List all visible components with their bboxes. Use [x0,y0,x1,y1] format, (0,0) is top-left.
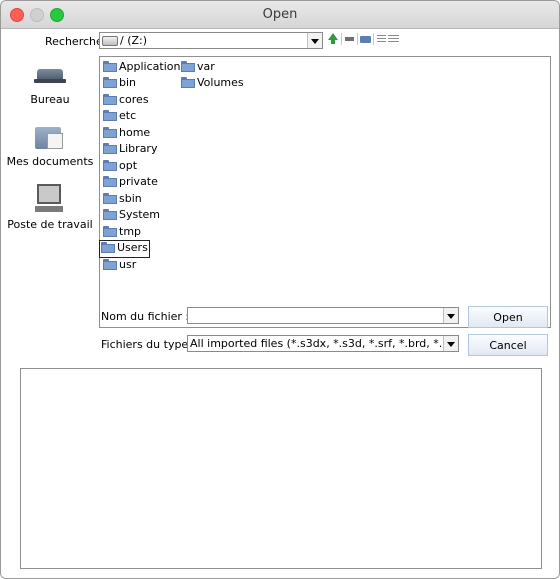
list-item[interactable]: System [103,208,160,224]
folder-icon [103,209,117,220]
window-title: Open [262,7,298,22]
new-folder-icon[interactable] [359,32,373,46]
chevron-down-icon[interactable] [443,308,458,323]
list-item[interactable]: bin [103,76,136,92]
list-item-label: Library [119,142,158,155]
file-list[interactable]: Applications bin cores etc home Library … [99,56,551,328]
chevron-down-icon[interactable] [307,33,322,48]
list-item[interactable]: cores [103,93,149,109]
list-item-label: private [119,175,158,188]
open-button[interactable]: Open [468,306,548,328]
list-item[interactable]: usr [103,258,136,274]
list-item[interactable]: Volumes [181,76,244,92]
drive-icon [102,36,118,46]
list-item[interactable]: sbin [103,192,142,208]
toolbar-divider [341,33,342,45]
up-folder-icon[interactable] [326,32,340,46]
place-my-documents-label: Mes documents [6,155,94,168]
folder-icon [103,226,117,237]
list-item-label: cores [119,93,149,106]
folder-icon [103,160,117,171]
filename-label: Nom du fichier : [101,310,190,323]
list-item[interactable]: etc [103,109,136,125]
folder-icon [103,110,117,121]
open-dialog: Open Rechercher / (Z:) Bureau Mes docume… [0,0,560,579]
list-item-label: Volumes [197,76,244,89]
list-item-label: sbin [119,192,142,205]
folder-icon [103,94,117,105]
list-item-label: bin [119,76,137,89]
filetype-value: All imported files (*.s3dx, *.s3d, *.srf… [190,337,459,350]
folder-icon [103,176,117,187]
list-item-label: etc [119,109,137,122]
my-documents-icon [35,123,65,151]
place-desktop[interactable]: Bureau [5,65,95,106]
folder-icon [181,61,195,72]
chevron-down-icon[interactable] [443,336,458,351]
folder-icon [181,77,195,88]
list-item-label: System [119,208,161,221]
place-computer[interactable]: Poste de travail [5,184,95,231]
title-bar: Open [1,1,559,29]
list-item[interactable]: private [103,175,158,191]
preview-panel [20,368,542,569]
details-view-icon[interactable] [387,32,401,46]
computer-icon [35,184,65,214]
folder-icon [103,259,117,270]
folder-icon [103,143,117,154]
folder-icon [103,61,117,72]
list-item-label: home [119,126,151,139]
list-item-selected[interactable]: Users [99,240,150,258]
list-item[interactable]: opt [103,159,137,175]
look-in-combo[interactable]: / (Z:) [99,32,323,49]
list-item-label: var [197,60,215,73]
list-item[interactable]: Applications [103,60,186,76]
look-in-value: / (Z:) [120,34,148,47]
folder-icon [101,242,115,253]
folder-icon [103,127,117,138]
filename-field[interactable] [187,307,459,324]
list-item-label: usr [119,258,137,271]
filetype-label: Fichiers du type : [101,338,196,351]
list-item-label: Applications [119,60,187,73]
desktop-icon [34,65,66,89]
folder-icon [103,77,117,88]
home-icon[interactable] [343,32,357,46]
list-item-label: opt [119,159,138,172]
folder-icon [103,193,117,204]
place-computer-label: Poste de travail [7,218,93,231]
dialog-content: Rechercher / (Z:) Bureau Mes documents P… [1,29,559,578]
list-item[interactable]: home [103,126,150,142]
cancel-button[interactable]: Cancel [468,334,548,356]
look-in-label: Rechercher [45,35,108,48]
toolbar-divider [373,33,374,45]
place-my-documents[interactable]: Mes documents [5,123,95,168]
list-item[interactable]: Library [103,142,157,158]
list-item-label: Users [117,241,148,254]
list-item[interactable]: var [181,60,215,76]
list-item-label: tmp [119,225,142,238]
place-desktop-label: Bureau [30,93,70,106]
list-item[interactable]: tmp [103,225,141,241]
filetype-select[interactable]: All imported files (*.s3dx, *.s3d, *.srf… [187,335,459,352]
toolbar-divider [357,33,358,45]
